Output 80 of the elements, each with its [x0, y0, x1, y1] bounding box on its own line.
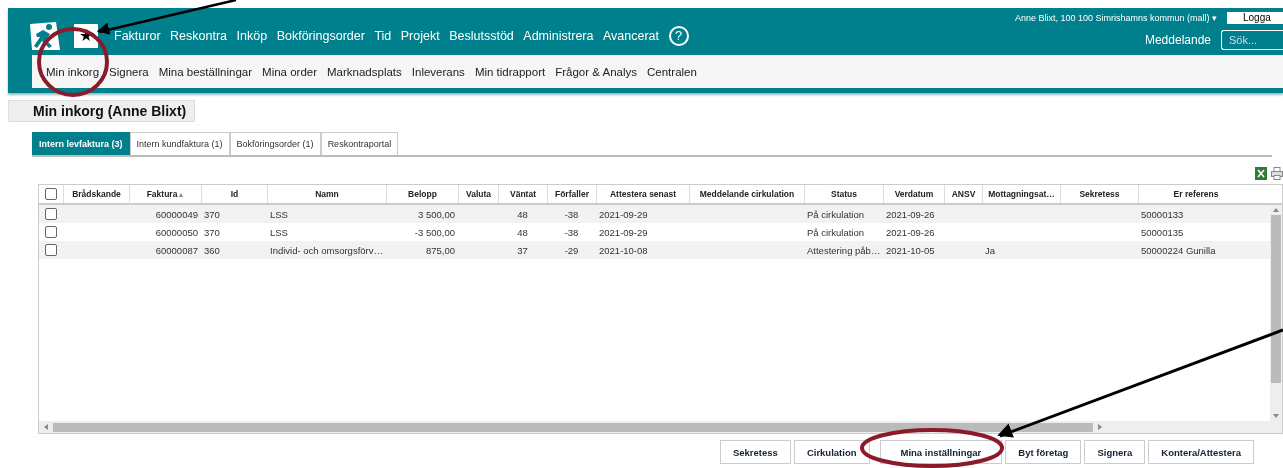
column-header[interactable]: Belopp — [386, 185, 458, 203]
action-button[interactable]: Byt företag — [1005, 440, 1082, 464]
column-header[interactable]: Förfaller — [547, 185, 596, 203]
table-cell: 50000133 — [1141, 208, 1184, 220]
help-button[interactable]: ? — [668, 25, 689, 46]
column-header[interactable]: Verdatum — [883, 185, 944, 203]
subnav-item[interactable]: Marknadsplats — [327, 65, 402, 78]
subnav-item[interactable]: Mina beställningar — [158, 65, 253, 78]
table-cell: 60000050 — [155, 226, 198, 238]
tab[interactable]: Bokföringsorder (1) — [229, 132, 321, 155]
table-cell: -38 — [564, 226, 579, 238]
tab[interactable]: Intern levfaktura (3) — [32, 132, 130, 155]
table-cell: -38 — [564, 208, 579, 220]
user-menu[interactable]: Anne Blixt, 100 100 Simrishamns kommun (mall) ▾ — [1014, 13, 1217, 23]
table-cell: Individ- och omsorgsförv… — [270, 244, 383, 256]
action-button[interactable]: Mina inställningar — [879, 440, 1003, 464]
column-header[interactable]: Mottagningsat… — [982, 185, 1060, 203]
table-cell: 2021-09-29 — [599, 226, 648, 238]
column-header[interactable]: Sekretess — [1060, 185, 1138, 203]
nav-menu-item[interactable]: Fakturor — [114, 28, 161, 43]
column-header[interactable]: Brådskande — [63, 185, 129, 203]
column-header[interactable]: Attestera senast — [596, 185, 689, 203]
column-header[interactable]: ANSV — [944, 185, 982, 203]
nav-menu-item[interactable]: Projekt — [400, 28, 440, 43]
table-cell: 48 — [517, 208, 528, 220]
messages-link[interactable]: Meddelande — [1144, 33, 1211, 47]
table-cell: -3 500,00 — [414, 226, 455, 238]
nav-menu-item[interactable]: Reskontra — [170, 28, 228, 43]
table-cell: -29 — [564, 244, 579, 256]
subnav-item[interactable]: Signera — [109, 65, 149, 78]
action-button[interactable]: Cirkulation — [793, 440, 870, 464]
table-cell: 370 — [204, 226, 220, 238]
tab[interactable]: Reskontraportal — [320, 132, 399, 155]
tab[interactable]: Intern kundfaktura (1) — [129, 132, 230, 155]
subnav-item[interactable]: Centralen — [647, 65, 697, 78]
table-cell: 50000135 — [1141, 226, 1184, 238]
table-cell: 2021-09-26 — [886, 226, 935, 238]
page-title: Min inkorg (Anne Blixt) — [8, 100, 195, 122]
table-cell: 360 — [204, 244, 220, 256]
action-button[interactable]: Signera — [1084, 440, 1146, 464]
subnav-item[interactable]: Frågor & Analys — [555, 65, 637, 78]
table-cell: 2021-09-26 — [886, 208, 935, 220]
table-cell: 2021-10-05 — [886, 244, 935, 256]
table-cell: 50000224 Gunilla — [1141, 244, 1216, 256]
table-cell: 2021-09-29 — [599, 208, 648, 220]
table-cell: Ja — [985, 244, 996, 256]
table-cell: 3 500,00 — [418, 208, 455, 220]
nav-menu-item[interactable]: Bokföringsorder — [276, 28, 365, 43]
nav-menu-item[interactable]: Avancerat — [603, 28, 660, 43]
column-header[interactable]: Er referens — [1138, 185, 1253, 203]
table-cell: 37 — [517, 244, 528, 256]
nav-menu-item[interactable]: Administrera — [523, 28, 594, 43]
action-button[interactable]: Sekretess — [719, 440, 791, 464]
table-cell: På cirkulation — [807, 208, 865, 220]
subnav-item[interactable]: Min tidrapport — [474, 65, 546, 78]
subnav-item[interactable]: Inleverans — [411, 65, 465, 78]
logout-button[interactable]: Logga — [1227, 12, 1283, 24]
table-cell: 48 — [517, 226, 528, 238]
nav-menu-item[interactable]: Tid — [374, 28, 392, 43]
table-cell: På cirkulation — [807, 226, 865, 238]
table-cell: LSS — [270, 208, 288, 220]
table-cell: 875,00 — [425, 244, 455, 256]
column-header[interactable]: Väntat — [498, 185, 547, 203]
table-cell: LSS — [270, 226, 288, 238]
subnav-item[interactable]: Mina order — [262, 65, 317, 78]
column-header[interactable]: Namn — [267, 185, 386, 203]
column-header[interactable]: Valuta — [458, 185, 498, 203]
nav-menu-item[interactable]: Beslutsstöd — [449, 28, 514, 43]
table-cell: 370 — [204, 208, 220, 220]
column-header[interactable]: Id — [201, 185, 267, 203]
table-cell: Attestering påb… — [807, 244, 881, 256]
table-cell: 60000049 — [155, 208, 198, 220]
search-field[interactable]: Sök... — [1221, 30, 1283, 50]
action-button[interactable]: Kontera/Attestera — [1148, 440, 1254, 464]
nav-menu-item[interactable]: Inköp — [236, 28, 268, 43]
table-cell: 60000087 — [155, 244, 198, 256]
subnav-item[interactable]: Min inkorg — [46, 65, 100, 78]
table-cell: 2021-10-08 — [599, 244, 648, 256]
column-header[interactable]: Meddelande cirkulation — [689, 185, 804, 203]
column-header[interactable]: Status — [804, 185, 883, 203]
